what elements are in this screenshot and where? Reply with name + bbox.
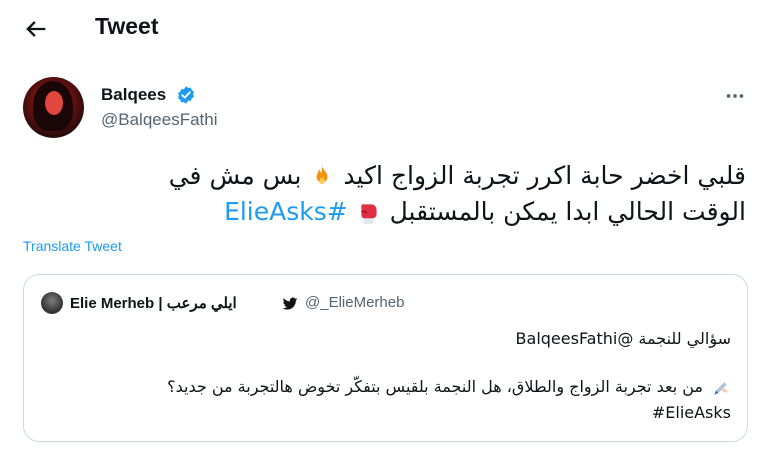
more-dots-icon[interactable]: [724, 85, 746, 107]
quoted-avatar[interactable]: [41, 292, 63, 314]
author-name[interactable]: Balqees: [101, 85, 166, 105]
boxing-glove-emoji-icon: [360, 204, 377, 224]
avatar-face: [45, 91, 63, 115]
quoted-author-name[interactable]: Elie Merheb | ايلي مرعب: [70, 294, 237, 312]
verified-badge-icon: [178, 86, 194, 104]
quoted-text-line-2-text: من بعد تجربة الزواج والطلاق، هل النجمة ب…: [167, 377, 703, 396]
author-handle[interactable]: @BalqeesFathi: [101, 110, 218, 130]
writing-hand-emoji-icon: [714, 381, 728, 395]
page-header: Tweet: [0, 0, 768, 56]
quoted-text-line-1: سؤالي للنجمة @BalqeesFathi: [515, 329, 731, 348]
tweet-line-2: الوقت الحالي ابدا يمكن بالمستقبل #ElieAs…: [60, 194, 746, 230]
arrow-left-icon[interactable]: [22, 15, 50, 43]
avatar[interactable]: [23, 77, 84, 138]
twitter-bird-icon: [282, 297, 298, 310]
quoted-tweet-card[interactable]: Elie Merheb | ايلي مرعب @_ElieMerheb سؤا…: [23, 274, 748, 442]
tweet-line-1-text: قلبي اخضر حابة اكرر تجربة الزواج اكيد: [343, 161, 746, 190]
tweet-line-1: قلبي اخضر حابة اكرر تجربة الزواج اكيد بس…: [60, 158, 746, 194]
tweet-line-2-text: الوقت الحالي ابدا يمكن بالمستقبل: [389, 197, 746, 226]
tweet-hashtag[interactable]: #ElieAsks: [224, 197, 348, 226]
tweet-text: قلبي اخضر حابة اكرر تجربة الزواج اكيد بس…: [60, 158, 746, 230]
tweet-line-1-end: بس مش في: [168, 161, 302, 190]
fire-emoji-icon: [317, 166, 328, 185]
quoted-text-line-2: من بعد تجربة الزواج والطلاق، هل النجمة ب…: [167, 377, 731, 398]
quoted-author-handle[interactable]: @_ElieMerheb: [305, 294, 404, 311]
page-title: Tweet: [95, 13, 159, 39]
translate-tweet-link[interactable]: Translate Tweet: [23, 238, 122, 254]
quoted-hashtag[interactable]: #ElieAsks: [652, 403, 731, 422]
